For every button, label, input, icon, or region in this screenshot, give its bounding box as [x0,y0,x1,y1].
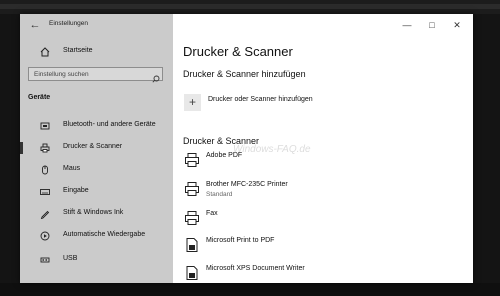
keyboard-icon [40,187,50,197]
bluetooth-icon [40,121,50,131]
printer-status: Standard [206,191,233,198]
xps-printer-icon [184,265,200,281]
add-section-heading: Drucker & Scanner hinzufügen [183,69,306,79]
window-title: Einstellungen [49,20,89,27]
search-icon [152,70,160,83]
pdf-printer-icon [184,237,200,253]
printer-name: Microsoft Print to PDF [206,237,275,244]
printer-name: Brother MFC-235C Printer [206,181,288,188]
printer-name: Adobe PDF [206,152,243,159]
sidebar-item-label: Maus [63,165,81,172]
background-window-edge [0,4,500,9]
printer-item[interactable]: Fax [173,210,473,236]
sidebar-item-label: Stift & Windows Ink [63,209,124,216]
home-icon [40,47,50,57]
usb-icon [40,255,50,265]
sidebar-item-home[interactable]: Startseite [20,42,173,62]
sidebar-item-label: Bluetooth- und andere Geräte [63,121,156,128]
printer-icon [184,152,200,168]
sidebar-item-printers[interactable]: Drucker & Scanner [20,138,173,158]
taskbar-area [0,283,500,296]
sidebar-item-label: Eingabe [63,187,89,194]
section-heading: Geräte [28,94,51,101]
sidebar: ← Einstellungen Startseite Einstellung s… [20,14,173,283]
pen-icon [40,209,50,220]
page-title: Drucker & Scanner [183,44,293,59]
fax-icon [184,210,200,226]
sidebar-item-autoplay[interactable]: Automatische Wiedergabe [20,226,173,246]
minimize-icon[interactable]: — [395,14,419,36]
search-input[interactable]: Einstellung suchen [28,67,163,83]
maximize-icon[interactable]: □ [420,14,444,36]
sidebar-item-label: USB [63,255,78,262]
mouse-icon [40,165,50,175]
printer-item[interactable]: Microsoft Print to PDF [173,237,473,263]
sidebar-item-usb[interactable]: USB [20,250,173,270]
printer-item[interactable]: Adobe PDF [173,152,473,178]
back-arrow-icon[interactable]: ← [27,17,43,33]
printer-icon [40,143,50,153]
sidebar-item-label: Automatische Wiedergabe [63,231,146,238]
selection-indicator [20,142,23,154]
printer-name: Fax [206,210,218,217]
sidebar-item-label: Startseite [63,47,93,54]
add-printer-label[interactable]: Drucker oder Scanner hinzufügen [208,96,313,103]
search-placeholder: Einstellung suchen [34,71,89,78]
sidebar-item-pen[interactable]: Stift & Windows Ink [20,204,173,224]
sidebar-item-mouse[interactable]: Maus [20,160,173,180]
sidebar-item-input[interactable]: Eingabe [20,182,173,202]
title-bar: ← Einstellungen [20,14,173,36]
printer-item[interactable]: Microsoft XPS Document Writer [173,265,473,283]
add-printer-button[interactable]: + [184,94,201,111]
autoplay-icon [40,231,50,241]
settings-window: ← Einstellungen Startseite Einstellung s… [20,14,473,283]
sidebar-item-bluetooth[interactable]: Bluetooth- und andere Geräte [20,116,173,136]
content-pane: — □ ✕ Drucker & Scanner Drucker & Scanne… [173,14,473,283]
close-icon[interactable]: ✕ [445,14,469,36]
printer-item[interactable]: Brother MFC-235C Printer Standard [173,181,473,207]
sidebar-item-label: Drucker & Scanner [63,143,123,150]
printer-name: Microsoft XPS Document Writer [206,265,305,272]
printer-icon [184,181,200,197]
